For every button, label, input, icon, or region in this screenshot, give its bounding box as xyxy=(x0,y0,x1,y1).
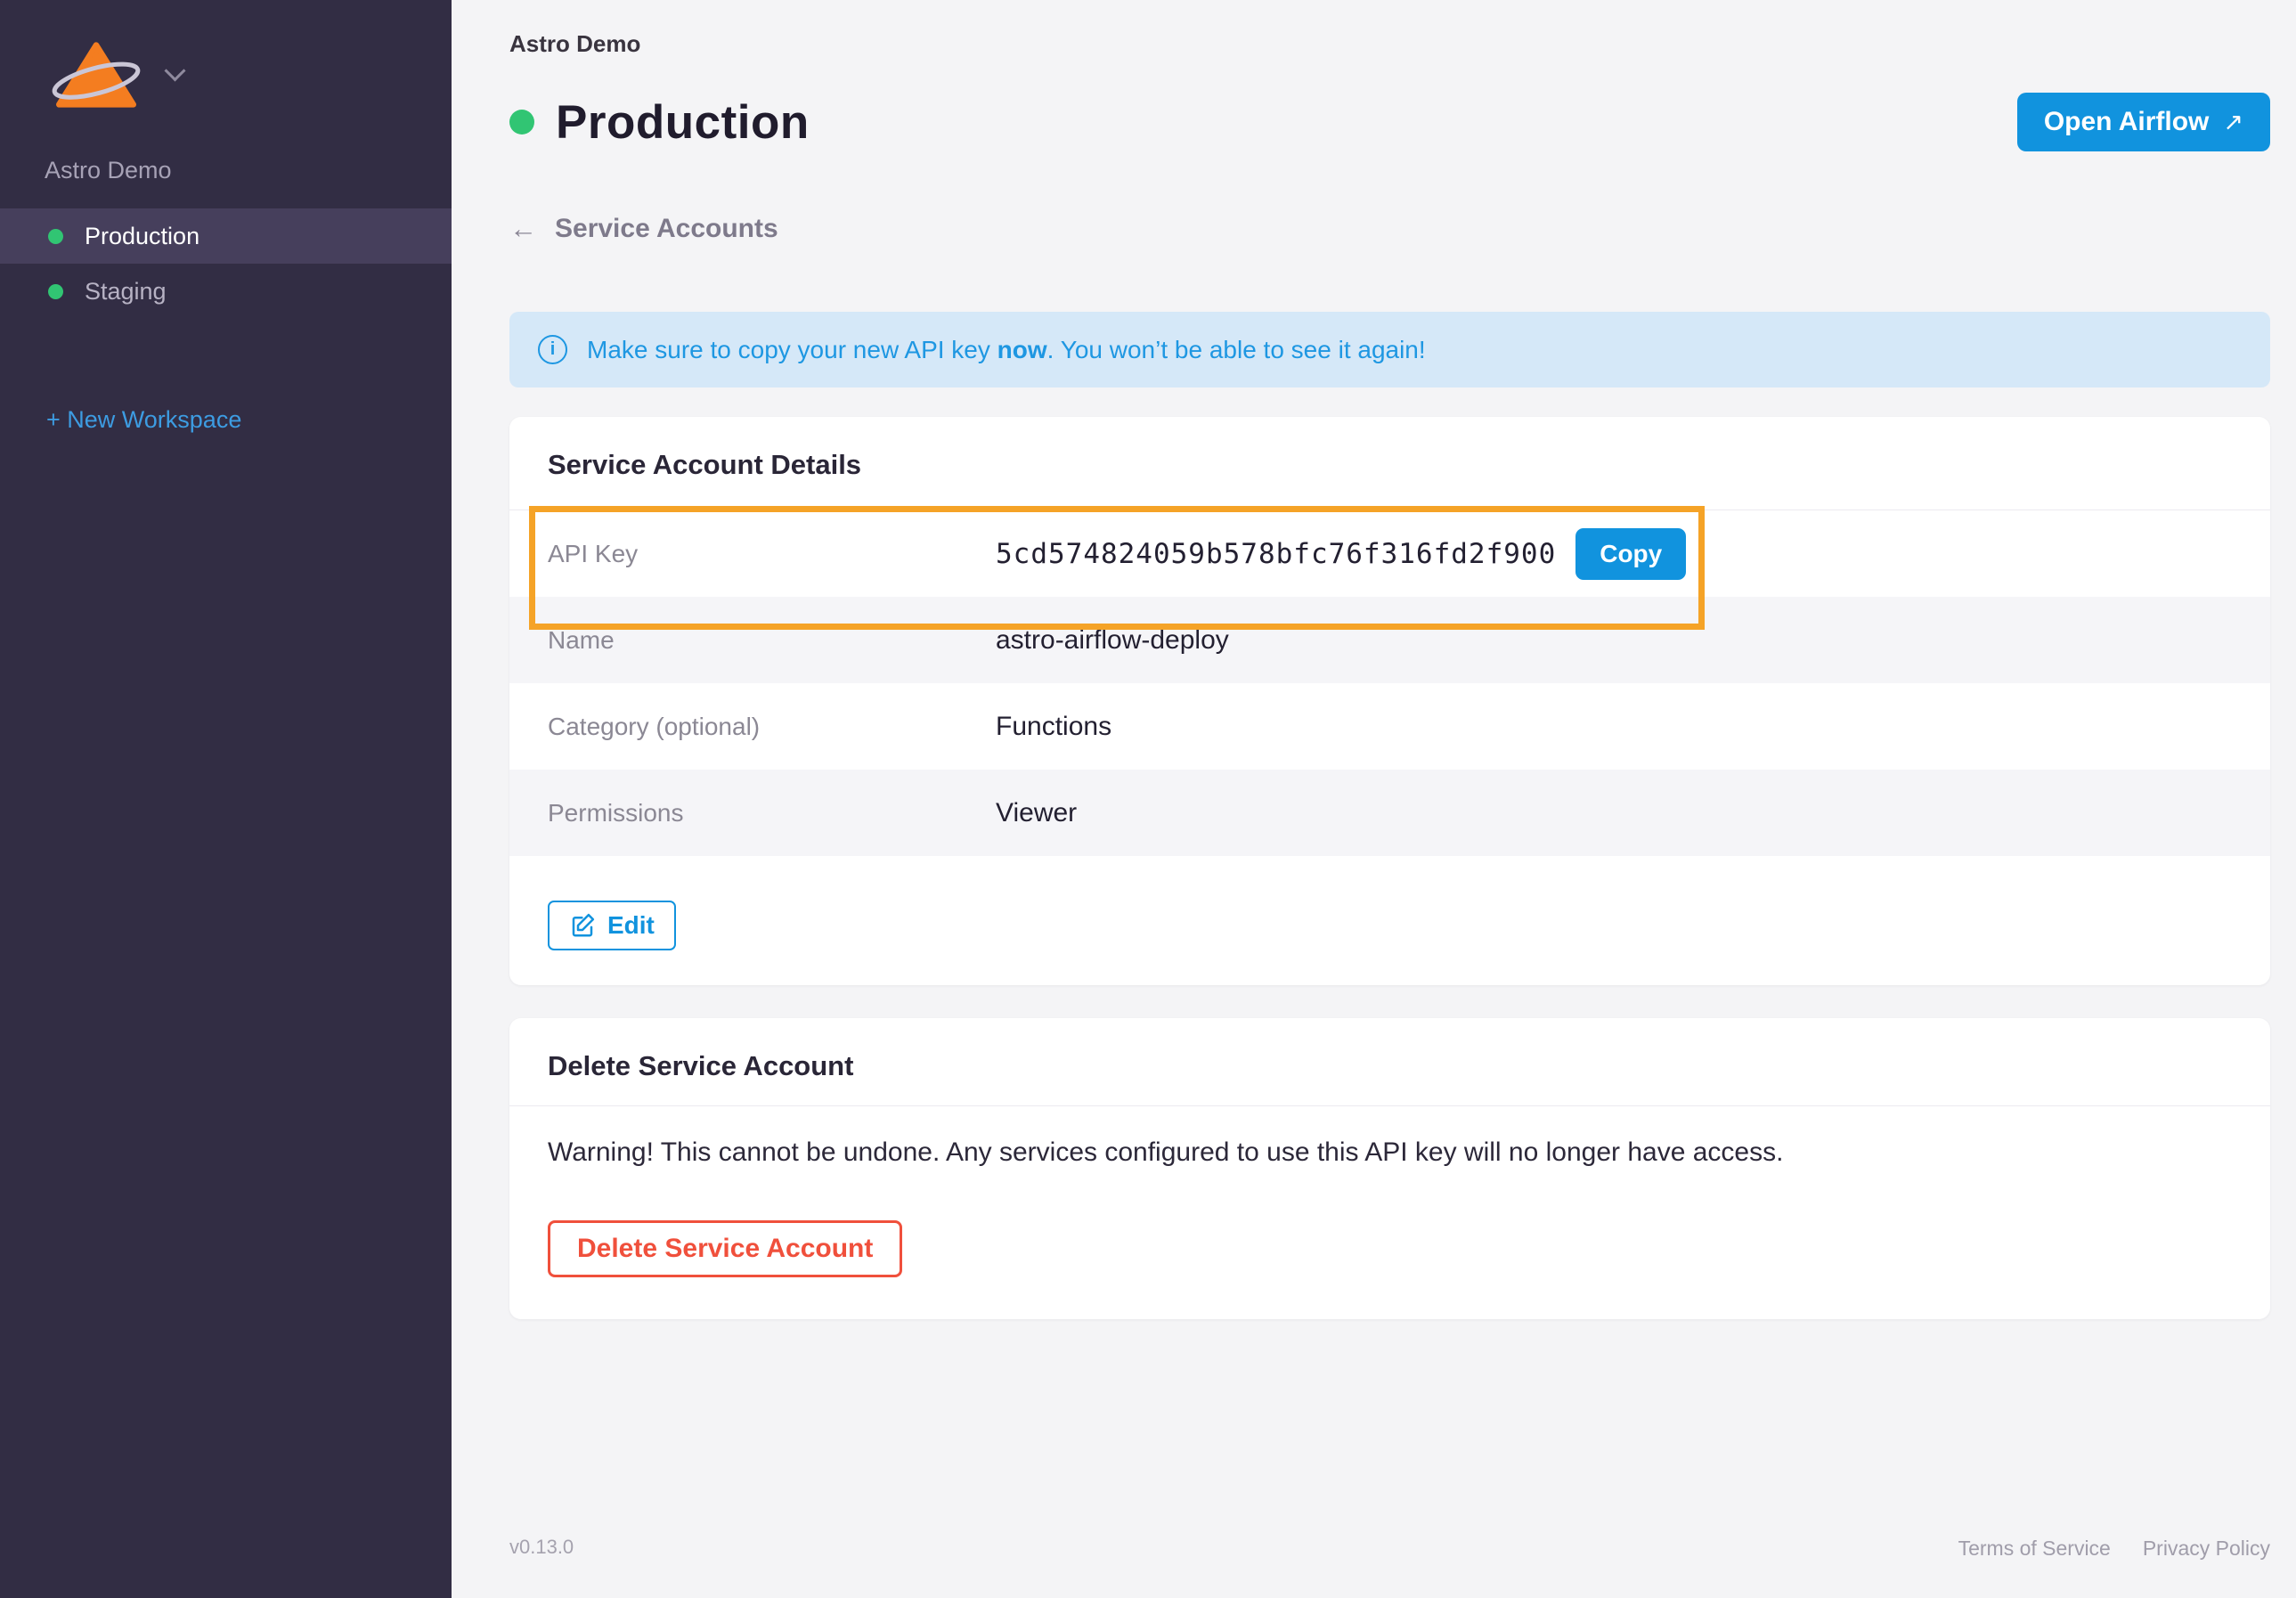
row-label: Permissions xyxy=(548,798,684,827)
sidebar-item-production[interactable]: Production xyxy=(0,208,452,264)
status-dot-icon xyxy=(48,283,63,299)
delete-card-title: Delete Service Account xyxy=(548,1050,854,1081)
sidebar: Astro Demo Production Staging + New Work… xyxy=(0,0,452,1598)
api-key-value: 5cd574824059b578bfc76f316fd2f900 xyxy=(996,537,1557,570)
back-link-service-accounts[interactable]: ← Service Accounts xyxy=(509,213,2270,244)
banner-text: Make sure to copy your new API key now. … xyxy=(587,335,1426,363)
page-header: Production Open Airflow ↗ xyxy=(509,91,2270,153)
sidebar-workspace-name: Astro Demo xyxy=(45,157,172,183)
row-label: Category (optional) xyxy=(548,712,761,740)
status-dot-icon xyxy=(48,228,63,244)
row-label: API Key xyxy=(548,539,639,567)
delete-service-account-button[interactable]: Delete Service Account xyxy=(548,1220,903,1277)
info-banner: i Make sure to copy your new API key now… xyxy=(509,312,2270,387)
new-workspace-link[interactable]: + New Workspace xyxy=(46,406,452,434)
sidebar-item-label: Staging xyxy=(85,277,167,305)
edit-button[interactable]: Edit xyxy=(548,901,676,950)
table-row-permissions: Permissions Viewer xyxy=(509,770,2270,856)
service-account-details-card: Service Account Details API Key 5cd57482… xyxy=(509,417,2270,985)
permissions-value: Viewer xyxy=(996,797,1078,828)
edit-button-label: Edit xyxy=(607,911,655,939)
copy-button[interactable]: Copy xyxy=(1575,527,1687,580)
terms-of-service-link[interactable]: Terms of Service xyxy=(1958,1537,2111,1561)
back-arrow-icon: ← xyxy=(509,213,537,244)
sidebar-item-label: Production xyxy=(85,222,200,249)
external-link-icon: ↗ xyxy=(2223,108,2243,135)
deployment-status-dot-icon xyxy=(509,110,534,135)
deployment-nav: Production Staging xyxy=(0,208,452,319)
open-airflow-label: Open Airflow xyxy=(2043,107,2210,136)
privacy-policy-link[interactable]: Privacy Policy xyxy=(2143,1537,2270,1561)
chevron-down-icon xyxy=(164,60,186,82)
delete-service-account-card: Delete Service Account Warning! This can… xyxy=(509,1018,2270,1319)
category-value: Functions xyxy=(996,711,1112,741)
workspace-switcher[interactable] xyxy=(0,0,452,110)
version-label: v0.13.0 xyxy=(509,1536,574,1558)
table-row-category: Category (optional) Functions xyxy=(509,683,2270,770)
edit-pencil-icon xyxy=(572,913,595,937)
main-content: Astro Demo Production Open Airflow ↗ ← S… xyxy=(452,0,2296,1598)
back-link-label: Service Accounts xyxy=(555,214,778,243)
delete-warning-text: Warning! This cannot be undone. Any serv… xyxy=(548,1137,1784,1167)
name-value: astro-airflow-deploy xyxy=(996,624,1229,655)
open-airflow-button[interactable]: Open Airflow ↗ xyxy=(2016,93,2270,151)
footer-links: Terms of Service Privacy Policy xyxy=(1958,1537,2270,1561)
sidebar-item-staging[interactable]: Staging xyxy=(0,264,452,319)
page-title: Production xyxy=(556,95,810,149)
info-icon: i xyxy=(538,335,567,364)
table-row-name: Name astro-airflow-deploy xyxy=(509,597,2270,683)
details-card-title: Service Account Details xyxy=(548,449,862,480)
table-row-api-key: API Key 5cd574824059b578bfc76f316fd2f900… xyxy=(509,510,2270,597)
astronomer-logo-icon xyxy=(52,42,141,108)
breadcrumb[interactable]: Astro Demo xyxy=(509,0,640,57)
row-label: Name xyxy=(548,625,615,654)
